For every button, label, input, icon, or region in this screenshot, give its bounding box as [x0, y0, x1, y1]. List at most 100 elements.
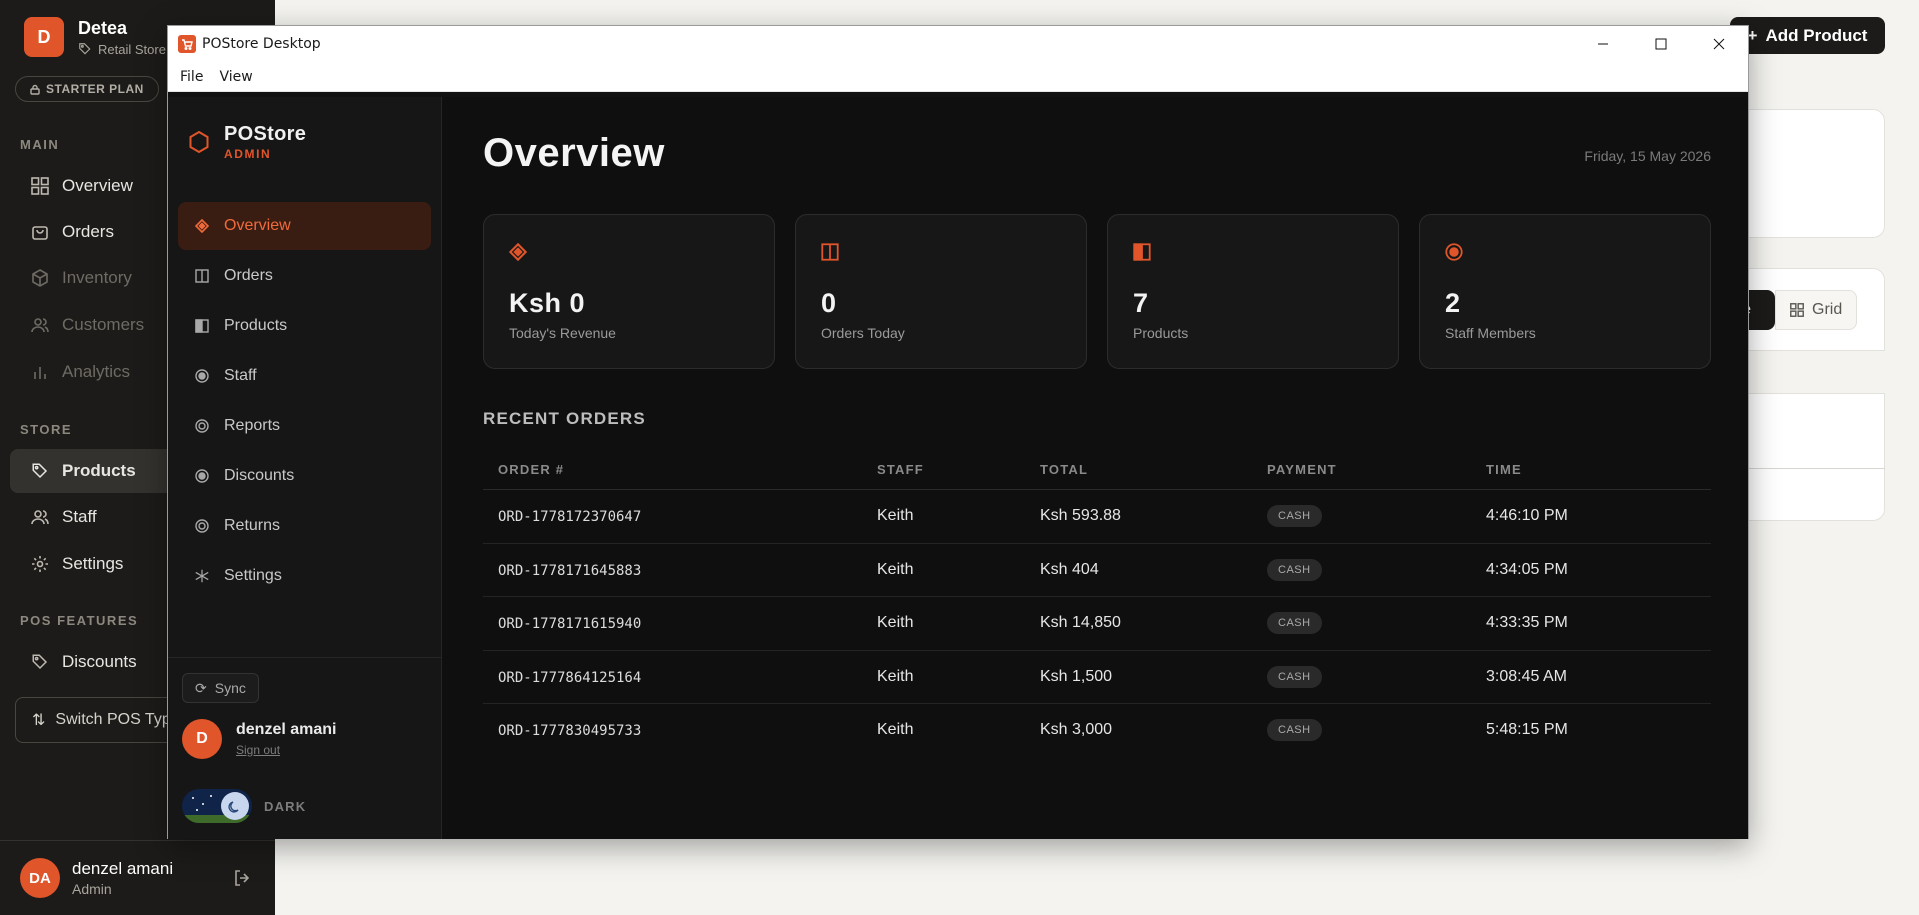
column-header-payment[interactable]: PAYMENT [1267, 462, 1337, 477]
section-main: MAIN [20, 137, 60, 152]
tag-icon [79, 43, 91, 55]
order-staff: Keith [877, 507, 914, 524]
target-icon [1445, 243, 1463, 261]
hexagon-icon [188, 130, 210, 154]
app-logo-name: POStore [224, 123, 307, 145]
sign-out-link[interactable]: Sign out [236, 743, 336, 757]
plan-badge[interactable]: STARTER PLAN [15, 76, 159, 102]
order-number: ORD-1778172370647 [498, 509, 642, 525]
title-bar[interactable]: POStore Desktop [168, 26, 1748, 62]
minimize-icon[interactable] [1574, 26, 1632, 62]
swap-icon: ⇅ [32, 712, 46, 729]
table-row[interactable]: ORD-1778172370647 Keith Ksh 593.88 CASH … [483, 490, 1711, 544]
column-header-staff[interactable]: STAFF [877, 462, 924, 477]
order-time: 5:48:15 PM [1486, 721, 1568, 738]
app-sidebar: POStore ADMIN Overview Orders Products S… [168, 97, 442, 839]
sync-label: Sync [214, 680, 246, 696]
stat-label: Products [1133, 325, 1189, 341]
avatar: D [182, 719, 222, 759]
column-header-time[interactable]: TIME [1486, 462, 1522, 477]
theme-label: DARK [264, 798, 307, 814]
order-staff: Keith [877, 667, 914, 685]
bar-chart-icon [30, 362, 50, 382]
order-staff: Keith [877, 614, 914, 631]
maximize-icon[interactable] [1632, 26, 1690, 62]
payment-badge: CASH [1267, 719, 1322, 741]
brand[interactable]: D Detea Retail Store [24, 17, 166, 57]
nav-returns[interactable]: Returns [178, 502, 431, 550]
target-icon [194, 468, 210, 484]
tag-icon [30, 652, 50, 672]
nav-discounts[interactable]: Discounts [178, 452, 431, 500]
bg-nav-orders-label: Orders [62, 222, 114, 241]
order-total: Ksh 3,000 [1040, 721, 1113, 738]
order-number: ORD-1778171645883 [498, 562, 642, 579]
sparkle-icon [194, 568, 210, 584]
nav-overview-label: Overview [224, 217, 291, 234]
app-logo-subtitle: ADMIN [224, 147, 272, 161]
order-total: Ksh 14,850 [1040, 614, 1121, 631]
nav-staff[interactable]: Staff [178, 352, 431, 400]
table-row[interactable]: ORD-1778171645883 Keith Ksh 404 CASH 4:3… [483, 544, 1711, 597]
app-cart-icon [178, 35, 196, 53]
stat-value: 2 [1445, 288, 1461, 318]
order-time: 4:46:10 PM [1486, 507, 1568, 524]
nav-orders[interactable]: Orders [178, 252, 431, 300]
payment-badge: CASH [1267, 505, 1322, 527]
order-total: Ksh 404 [1040, 560, 1099, 578]
stat-value: Ksh 0 [509, 288, 586, 318]
recent-orders-title: RECENT ORDERS [483, 409, 646, 428]
order-time: 4:33:35 PM [1486, 614, 1568, 631]
theme-toggle[interactable]: DARK [182, 789, 306, 823]
nav-overview[interactable]: Overview [178, 202, 431, 250]
order-staff: Keith [877, 721, 914, 738]
table-row[interactable]: ORD-1778171615940 Keith Ksh 14,850 CASH … [483, 597, 1711, 651]
add-product-label: Add Product [1765, 25, 1868, 45]
order-number: ORD-1778171615940 [498, 616, 642, 632]
diamond-icon [509, 243, 527, 261]
nav-settings[interactable]: Settings [178, 552, 431, 600]
order-time: 4:34:05 PM [1486, 560, 1568, 578]
logout-icon[interactable] [233, 869, 251, 892]
column-header-total[interactable]: TOTAL [1040, 462, 1088, 477]
switch-pos-type-label: Switch POS Typ [55, 711, 171, 728]
stat-card-staff: 2 Staff Members [1419, 214, 1711, 369]
column-header-order[interactable]: ORDER # [498, 462, 564, 477]
table-row[interactable]: ORD-1777830495733 Keith Ksh 3,000 CASH 5… [483, 704, 1711, 758]
page-title: Overview [483, 131, 665, 175]
postore-desktop-window: POStore Desktop File View POStore ADMIN [167, 25, 1749, 839]
bg-user-role: Admin [72, 881, 112, 897]
gear-icon [30, 554, 50, 574]
window-title: POStore Desktop [202, 36, 321, 52]
close-icon[interactable] [1690, 26, 1748, 62]
users-icon [30, 507, 50, 527]
add-product-button[interactable]: + Add Product [1730, 17, 1885, 54]
stat-label: Staff Members [1445, 325, 1536, 341]
app-logo: POStore ADMIN [188, 123, 306, 161]
order-number: ORD-1777830495733 [498, 723, 642, 739]
grid-icon [1790, 303, 1804, 317]
bg-nav-discounts-label: Discounts [62, 652, 137, 671]
nav-reports[interactable]: Reports [178, 402, 431, 450]
table-row[interactable]: ORD-1777864125164 Keith Ksh 1,500 CASH 3… [483, 651, 1711, 704]
nav-staff-label: Staff [224, 367, 257, 384]
sync-button[interactable]: ⟳ Sync [182, 673, 259, 703]
brand-subtitle: Retail Store [78, 42, 166, 57]
theme-switch[interactable] [182, 789, 252, 823]
order-time: 3:08:45 AM [1486, 667, 1567, 685]
menu-file[interactable]: File [176, 65, 207, 89]
avatar: DA [20, 858, 60, 898]
menu-view[interactable]: View [215, 65, 256, 89]
nav-products[interactable]: Products [178, 302, 431, 350]
nav-orders-label: Orders [224, 267, 273, 284]
stat-card-products: 7 Products [1107, 214, 1399, 369]
half-square-icon [194, 318, 210, 334]
ring-icon [194, 418, 210, 434]
grid-view-button[interactable]: Grid [1775, 290, 1858, 330]
bg-nav-inventory-label: Inventory [62, 268, 132, 287]
columns-icon [821, 243, 839, 261]
diamond-icon [194, 218, 210, 234]
plus-icon: + [1747, 25, 1758, 45]
lock-icon [30, 84, 40, 95]
stat-card-orders: 0 Orders Today [795, 214, 1087, 369]
